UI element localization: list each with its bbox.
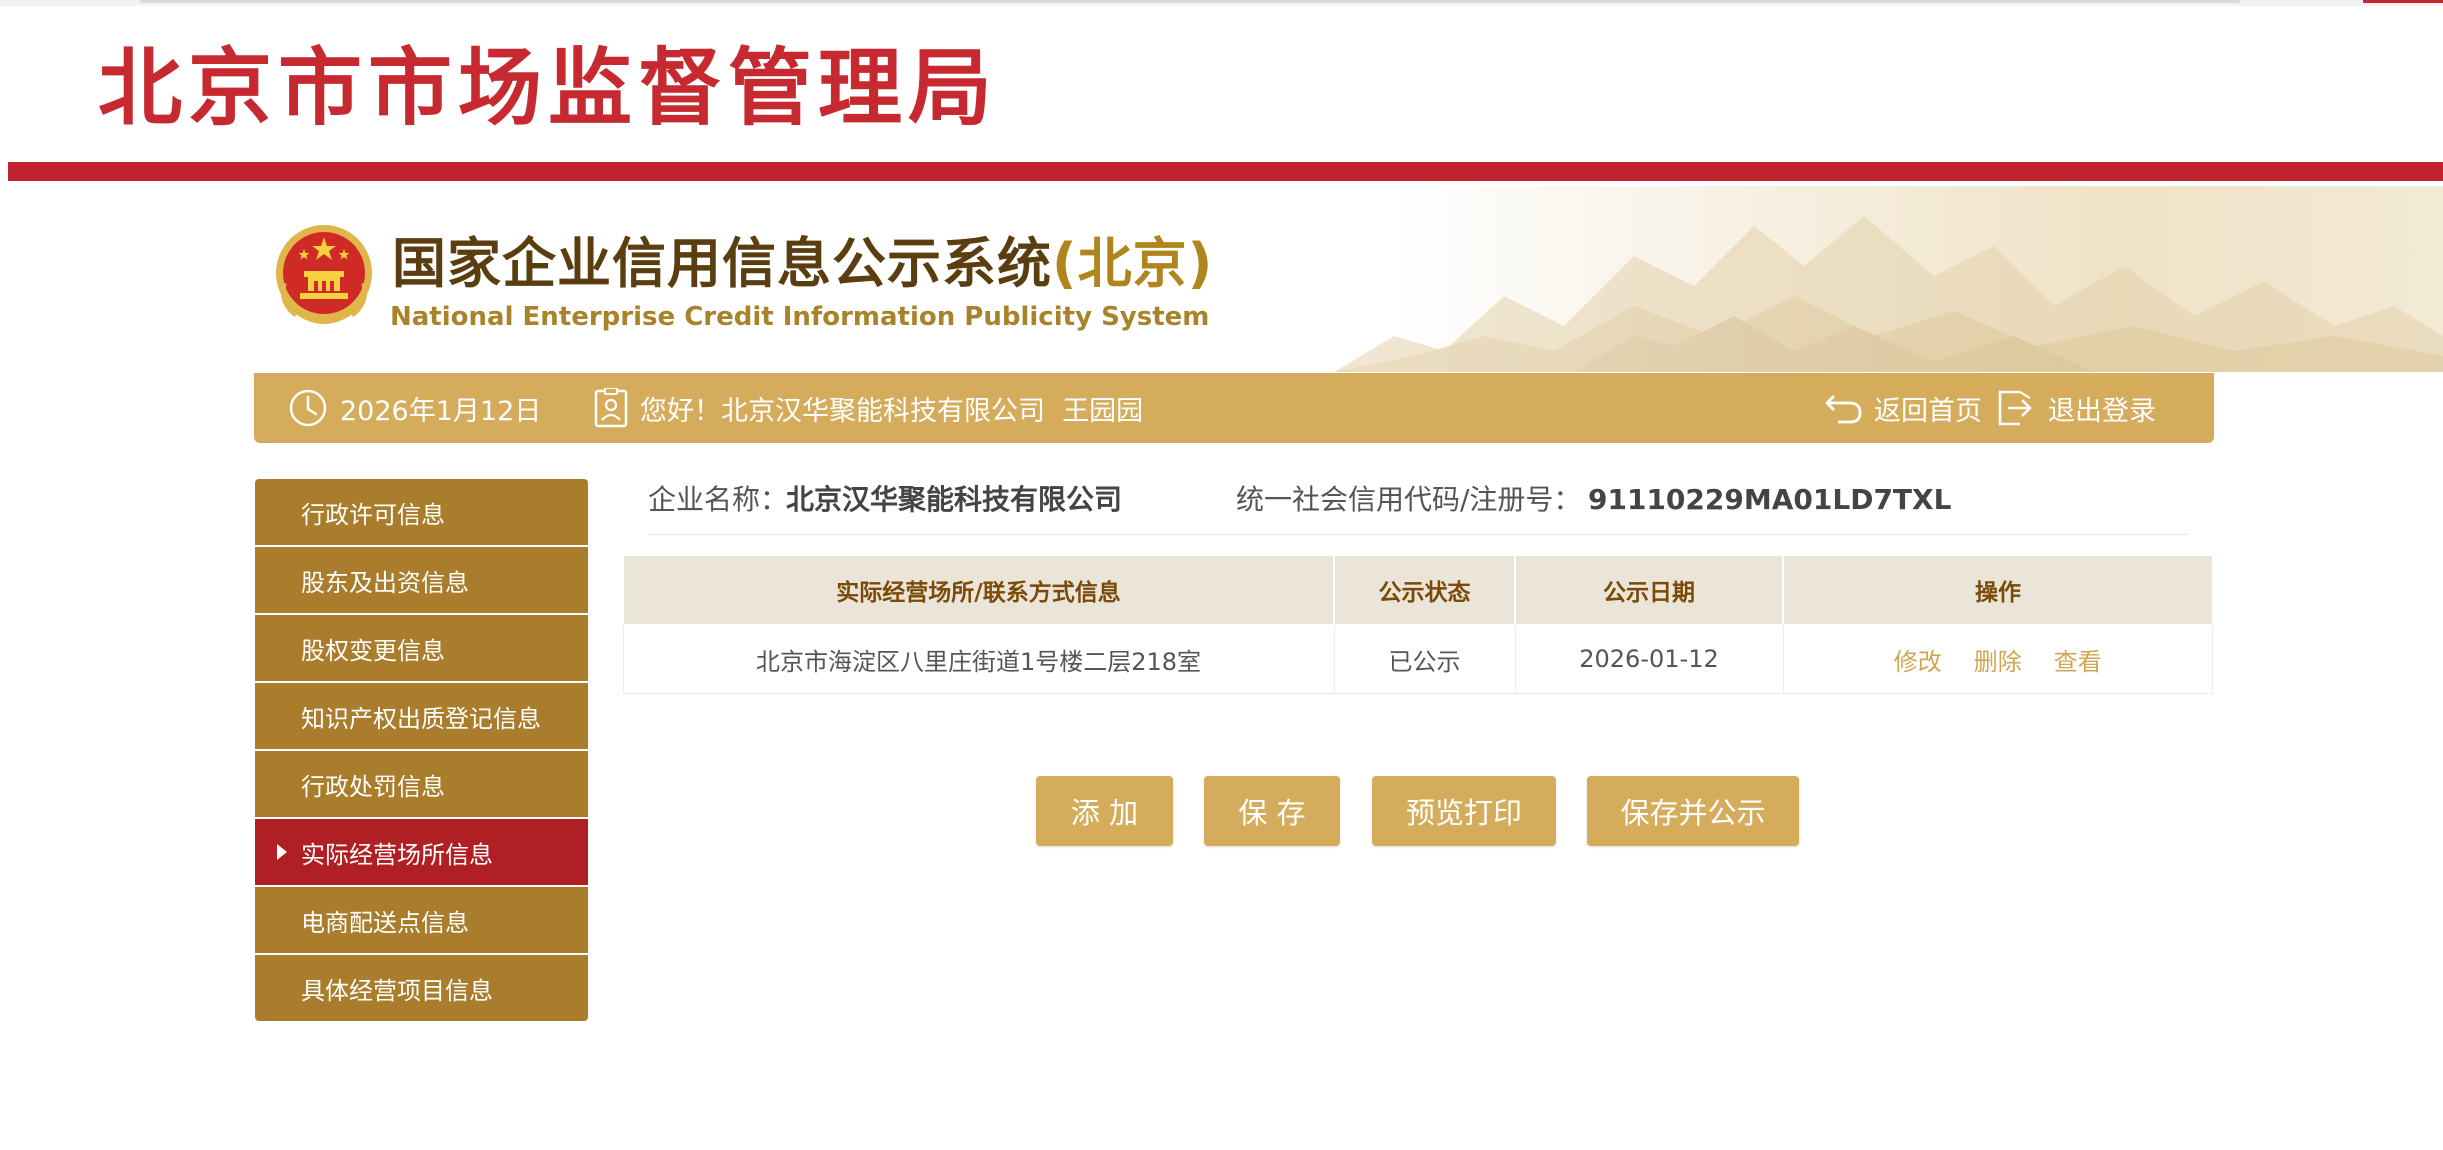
column-header-status: 公示状态 [1333, 555, 1516, 625]
logout-label[interactable]: 退出登录 [2048, 389, 2156, 428]
sidebar-item-ecommerce-delivery[interactable]: 电商配送点信息 [255, 887, 588, 953]
greeting-text: 您好！北京汉华聚能科技有限公司 王园园 [640, 395, 1144, 427]
system-title-region: (北京) [1052, 232, 1214, 295]
delete-link[interactable]: 删除 [1974, 648, 2022, 676]
date-text: 2026年1月12日 [340, 395, 542, 427]
column-header-actions: 操作 [1782, 555, 2213, 625]
credit-code-value: 91110229MA01LD7TXL [1588, 483, 1952, 516]
browser-top-edge [0, 0, 2443, 6]
home-link[interactable]: 返回首页 [1824, 373, 1982, 443]
table-header-row: 实际经营场所/联系方式信息 公示状态 公示日期 操作 [622, 555, 2213, 625]
user-greeting: 您好！北京汉华聚能科技有限公司 王园园 [594, 373, 1143, 443]
sidebar-item-label: 知识产权出质登记信息 [301, 704, 541, 733]
sidebar-item-shareholders[interactable]: 股东及出资信息 [255, 547, 588, 613]
sidebar-item-label: 股权变更信息 [301, 636, 445, 665]
save-button[interactable]: 保 存 [1204, 776, 1340, 846]
sidebar-item-label: 行政处罚信息 [301, 772, 445, 801]
table-row: 北京市海淀区八里庄街道1号楼二层218室 已公示 2026-01-12 修改 删除… [622, 624, 2213, 694]
sidebar-item-label: 股东及出资信息 [301, 568, 469, 597]
header-red-bar [8, 162, 2443, 181]
cell-address: 北京市海淀区八里庄街道1号楼二层218室 [622, 624, 1335, 694]
sidebar-item-equity-change[interactable]: 股权变更信息 [255, 615, 588, 681]
logout-icon [1996, 388, 2034, 428]
sidebar-item-business-premises[interactable]: 实际经营场所信息 [255, 819, 588, 885]
browser-tab-edge [2363, 0, 2443, 3]
sidebar-item-admin-penalty[interactable]: 行政处罚信息 [255, 751, 588, 817]
premises-table: 实际经营场所/联系方式信息 公示状态 公示日期 操作 北京市海淀区八里庄街道1号… [622, 555, 2213, 694]
preview-print-button[interactable]: 预览打印 [1372, 776, 1556, 846]
sidebar-item-label: 实际经营场所信息 [301, 840, 493, 869]
sidebar-item-business-items[interactable]: 具体经营项目信息 [255, 955, 588, 1021]
clock-icon [288, 388, 328, 428]
add-button[interactable]: 添 加 [1036, 776, 1173, 846]
mountain-decoration [1334, 216, 2443, 372]
system-title-cn: 国家企业信用信息公示系统(北京) [392, 232, 1213, 296]
address-bar-edge [140, 0, 2240, 3]
cell-status: 已公示 [1333, 624, 1516, 694]
date-display: 2026年1月12日 [288, 373, 541, 443]
agency-title: 北京市市场监督管理局 [98, 38, 999, 137]
company-name-label: 企业名称： [648, 483, 789, 516]
column-header-date: 公示日期 [1514, 555, 1784, 625]
home-label[interactable]: 返回首页 [1874, 389, 1982, 428]
sidebar-item-label: 具体经营项目信息 [301, 976, 493, 1005]
sidebar-item-ip-pledge[interactable]: 知识产权出质登记信息 [255, 683, 588, 749]
company-name-value: 北京汉华聚能科技有限公司 [786, 483, 1123, 516]
save-publish-button[interactable]: 保存并公示 [1587, 776, 1799, 846]
company-info: 企业名称： 北京汉华聚能科技有限公司 统一社会信用代码/注册号： 9111022… [648, 478, 2188, 535]
system-title-main: 国家企业信用信息公示系统 [392, 232, 1052, 295]
system-title-en: National Enterprise Credit Information P… [390, 302, 1210, 332]
sidebar-item-admin-license[interactable]: 行政许可信息 [255, 479, 588, 545]
logout-link[interactable]: 退出登录 [1996, 373, 2156, 443]
info-bar: 2026年1月12日 您好！北京汉华聚能科技有限公司 王园园 返回首页 退出登录 [254, 373, 2214, 443]
cell-date: 2026-01-12 [1514, 624, 1784, 694]
credit-code-label: 统一社会信用代码/注册号： [1236, 483, 1582, 516]
column-header-address: 实际经营场所/联系方式信息 [622, 555, 1335, 625]
view-link[interactable]: 查看 [2054, 648, 2102, 676]
edit-link[interactable]: 修改 [1894, 648, 1942, 676]
user-card-icon [594, 388, 628, 428]
sidebar-item-label: 电商配送点信息 [301, 908, 469, 937]
national-emblem-icon [276, 225, 372, 324]
sidebar-item-label: 行政许可信息 [301, 500, 445, 529]
return-arrow-icon [1824, 390, 1864, 426]
sidebar-nav: 行政许可信息 股东及出资信息 股权变更信息 知识产权出质登记信息 行政处罚信息 … [255, 479, 588, 1021]
cell-actions: 修改 删除 查看 [1782, 624, 2213, 694]
active-arrow-icon [277, 844, 287, 860]
